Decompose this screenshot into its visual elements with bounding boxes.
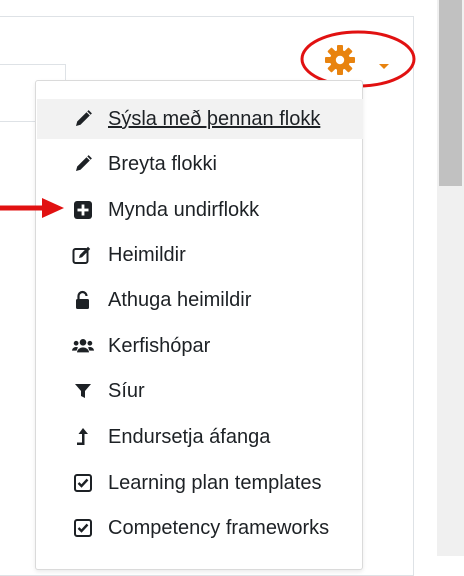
- menu-item-competency-frameworks[interactable]: Competency frameworks: [37, 508, 363, 548]
- scrollbar[interactable]: [437, 0, 464, 556]
- check-square-icon: [72, 473, 94, 493]
- filter-icon: [72, 381, 94, 401]
- pencil-icon: [72, 154, 94, 174]
- plus-square-icon: [72, 200, 94, 220]
- menu-item-edit-category[interactable]: Breyta flokki: [37, 144, 363, 184]
- menu-item-label: Breyta flokki: [108, 153, 217, 175]
- menu-item-reset-course[interactable]: Endursetja áfanga: [37, 417, 363, 457]
- menu-item-filters[interactable]: Síur: [37, 371, 363, 411]
- menu-item-label: Learning plan templates: [108, 472, 322, 494]
- chevron-down-icon: [379, 64, 389, 69]
- scrollbar-thumb[interactable]: [439, 0, 462, 186]
- menu-item-label: Sýsla með þennan flokk: [108, 108, 321, 130]
- menu-item-check-permissions[interactable]: Athuga heimildir: [37, 280, 363, 320]
- level-up-icon: [72, 427, 94, 447]
- check-square-icon: [72, 518, 94, 538]
- settings-dropdown-menu: Sýsla með þennan flokk Breyta flokki Myn…: [35, 80, 363, 570]
- users-icon: [72, 336, 94, 356]
- menu-item-label: Kerfishópar: [108, 335, 211, 357]
- menu-item-label: Athuga heimildir: [108, 289, 252, 311]
- annotation-arrow-icon: [0, 198, 64, 218]
- menu-item-cohorts[interactable]: Kerfishópar: [37, 326, 363, 366]
- menu-item-permissions[interactable]: Heimildir: [37, 235, 363, 275]
- menu-item-label: Síur: [108, 380, 145, 402]
- gear-icon: [325, 45, 355, 75]
- pencil-icon: [72, 109, 94, 129]
- menu-item-label: Competency frameworks: [108, 517, 330, 539]
- unlock-icon: [72, 290, 94, 310]
- menu-item-learning-plan-templates[interactable]: Learning plan templates: [37, 463, 363, 503]
- menu-item-label: Heimildir: [108, 244, 186, 266]
- menu-item-add-subcategory[interactable]: Mynda undirflokk: [37, 190, 363, 230]
- menu-item-label: Mynda undirflokk: [108, 199, 260, 221]
- edit-square-icon: [72, 245, 94, 265]
- menu-item-manage-category[interactable]: Sýsla með þennan flokk: [37, 99, 363, 139]
- settings-menu-toggle[interactable]: [316, 40, 400, 80]
- menu-item-label: Endursetja áfanga: [108, 426, 271, 448]
